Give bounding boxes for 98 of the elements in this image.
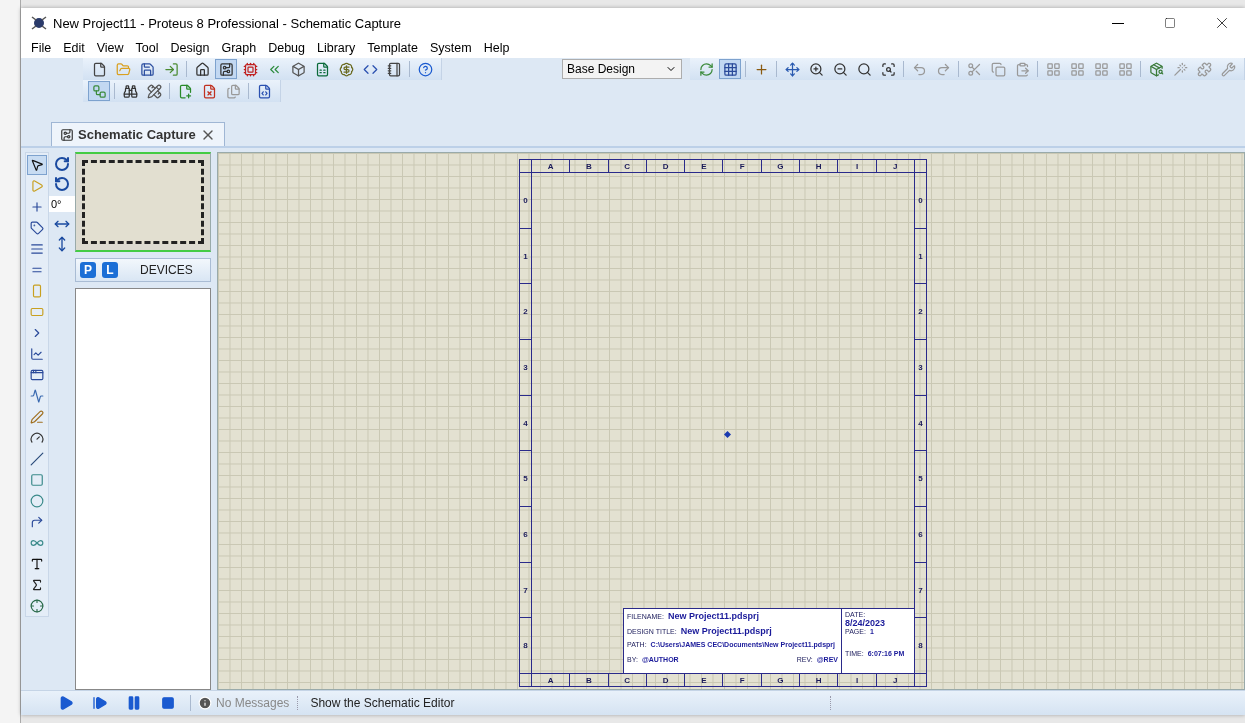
menu-item[interactable]: Tool [129, 41, 165, 55]
square-icon [30, 473, 44, 487]
maximize-icon [1164, 17, 1176, 29]
sheets-icon [225, 83, 241, 99]
tool-button[interactable] [27, 155, 47, 175]
refresh-icon [698, 61, 714, 77]
cube-icon [290, 61, 306, 77]
menu-item[interactable]: Help [477, 41, 516, 55]
design-dropdown[interactable]: Base Design [562, 59, 682, 79]
window-title: New Project11 - Proteus 8 Professional - Schematic Capture [53, 15, 403, 31]
toolbar-button[interactable] [215, 59, 237, 79]
pointer-icon [30, 158, 44, 172]
redo-icon [935, 61, 951, 77]
magnifier-icon [856, 61, 872, 77]
probe-icon [30, 410, 44, 424]
label-icon [30, 221, 44, 235]
row-marker: 0 [522, 194, 529, 207]
row-marker: 0 [917, 194, 924, 207]
flow-icon [91, 83, 107, 99]
generator-icon [30, 389, 44, 403]
angle-field[interactable]: 0° [49, 196, 75, 212]
subcircuit-icon [30, 284, 44, 298]
lines-icon [30, 242, 44, 256]
tools-icon [146, 83, 162, 99]
dollar-icon [338, 61, 354, 77]
terminal-icon [30, 305, 44, 319]
graph-icon [30, 347, 44, 361]
symbol-icon [30, 578, 44, 592]
paste-icon [1014, 61, 1030, 77]
text-tool-icon [30, 557, 44, 571]
app-logo-icon [31, 16, 47, 30]
circle-icon [30, 494, 44, 508]
arc-icon [30, 515, 44, 529]
step-icon [92, 695, 108, 711]
move-icon [784, 61, 800, 77]
filename-text: New Project11.pdsprj [667, 611, 759, 621]
block-icon [1045, 61, 1061, 77]
menu-item[interactable]: File [25, 41, 58, 55]
menu-item[interactable]: System [424, 41, 478, 55]
help-icon [417, 61, 433, 77]
menu-item[interactable]: Graph [215, 41, 263, 55]
zoom-in-icon [808, 61, 824, 77]
block-icon [1093, 61, 1109, 77]
menu-item[interactable]: Design [164, 41, 216, 55]
pause-icon [126, 695, 142, 711]
delete-sheet-icon [201, 83, 217, 99]
wand-icon [1172, 61, 1188, 77]
window-icon [30, 368, 44, 382]
library-button[interactable]: L [102, 262, 118, 278]
stop-icon [161, 696, 175, 710]
door-arrow-icon [163, 61, 179, 77]
save-icon [139, 61, 155, 77]
date-text: 8/24/2023 [845, 618, 887, 628]
marker-icon [30, 599, 44, 613]
play-icon [58, 695, 74, 711]
undo-icon [911, 61, 927, 77]
design-title-text: New Project11.pdsprj [680, 626, 772, 636]
folder-icon [115, 61, 131, 77]
cut-icon [966, 61, 982, 77]
spreadsheet-icon [314, 61, 330, 77]
package-search-icon [1148, 61, 1164, 77]
line-icon [30, 452, 44, 466]
origin-icon [753, 61, 769, 77]
netlist-icon [256, 83, 272, 99]
file-icon [91, 61, 107, 77]
wrench-icon [1220, 61, 1236, 77]
junction-icon [30, 200, 44, 214]
menu-item[interactable]: Library [311, 41, 362, 55]
editor-tab[interactable]: Schematic Capture [51, 122, 225, 146]
menu-item[interactable]: Edit [57, 41, 91, 55]
library-button[interactable]: P [80, 262, 96, 278]
toolbar-button[interactable] [719, 59, 741, 79]
zoom-area-icon [880, 61, 896, 77]
notepad-icon [386, 61, 402, 77]
binoculars-icon [122, 83, 138, 99]
component-icon [30, 179, 44, 193]
block-icon [1069, 61, 1085, 77]
status-hint: Show the Schematic Editor [302, 696, 832, 710]
menu-item[interactable]: View [90, 41, 130, 55]
devices-title: DEVICES [140, 263, 193, 277]
add-sheet-icon [177, 83, 193, 99]
zoom-out-icon [832, 61, 848, 77]
block-icon [1117, 61, 1133, 77]
puzzle-icon [1196, 61, 1212, 77]
gauge-icon [30, 431, 44, 445]
rotate-clockwise-icon[interactable] [54, 156, 70, 172]
chip-icon [242, 61, 258, 77]
menu-item[interactable]: Template [361, 41, 424, 55]
home-icon [194, 61, 210, 77]
copy-icon [990, 61, 1006, 77]
circuit-icon [60, 127, 74, 142]
info-icon [198, 696, 212, 710]
circuit-icon [218, 61, 234, 77]
menu-item[interactable]: Debug [262, 41, 312, 55]
origin-marker-icon [724, 431, 731, 438]
minimize-icon [1112, 22, 1124, 24]
rotate-anticlockwise-icon[interactable] [54, 176, 70, 192]
grid-icon [722, 61, 738, 77]
